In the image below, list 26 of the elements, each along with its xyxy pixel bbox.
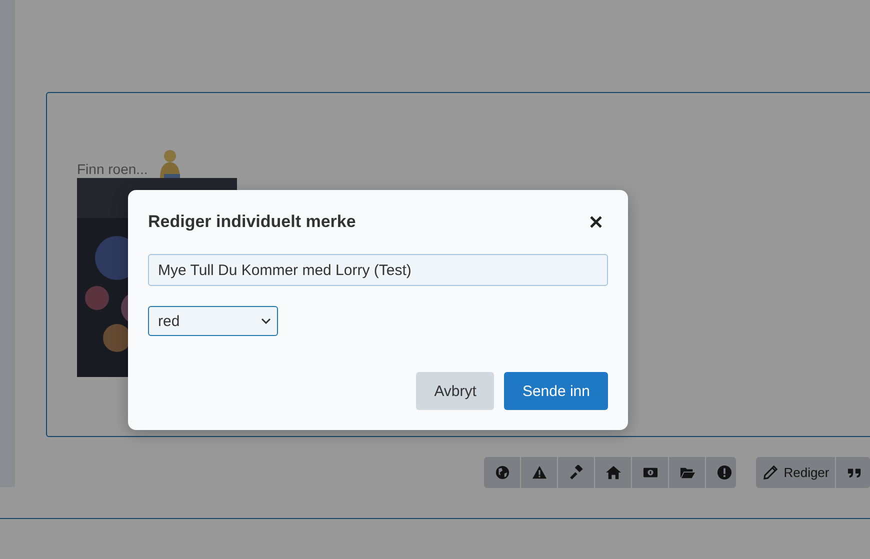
dialog-title: Rediger individuelt merke bbox=[148, 212, 356, 232]
close-button[interactable] bbox=[588, 214, 604, 230]
gavel-icon bbox=[568, 465, 584, 480]
toolbar-button[interactable] bbox=[669, 457, 705, 488]
toolbar-button[interactable] bbox=[521, 457, 557, 488]
warning-icon bbox=[532, 465, 546, 480]
folder-icon bbox=[680, 465, 694, 480]
caption-text: Finn roen... bbox=[77, 160, 148, 178]
toolbar-button[interactable] bbox=[484, 457, 520, 488]
toolbar-button[interactable] bbox=[706, 457, 736, 488]
quote-button[interactable] bbox=[836, 457, 870, 488]
color-select[interactable]: red bbox=[148, 306, 278, 336]
name-field[interactable]: Mye Tull Du Kommer med Lorry (Test) bbox=[148, 254, 608, 286]
banknote-icon bbox=[642, 465, 658, 480]
home-icon bbox=[606, 465, 620, 480]
chevron-icon bbox=[261, 318, 271, 324]
toolbar-button[interactable] bbox=[632, 457, 668, 488]
toolbar-button[interactable] bbox=[558, 457, 594, 488]
cancel-button[interactable]: Avbryt bbox=[416, 372, 494, 410]
toolbar-button[interactable] bbox=[595, 457, 631, 488]
globe-icon bbox=[494, 465, 510, 480]
pencil-icon bbox=[762, 465, 778, 480]
submit-button[interactable]: Sende inn bbox=[504, 372, 608, 410]
exclamation-icon bbox=[716, 465, 732, 480]
edit-button[interactable]: Rediger bbox=[756, 457, 836, 488]
close-icon bbox=[590, 216, 602, 228]
